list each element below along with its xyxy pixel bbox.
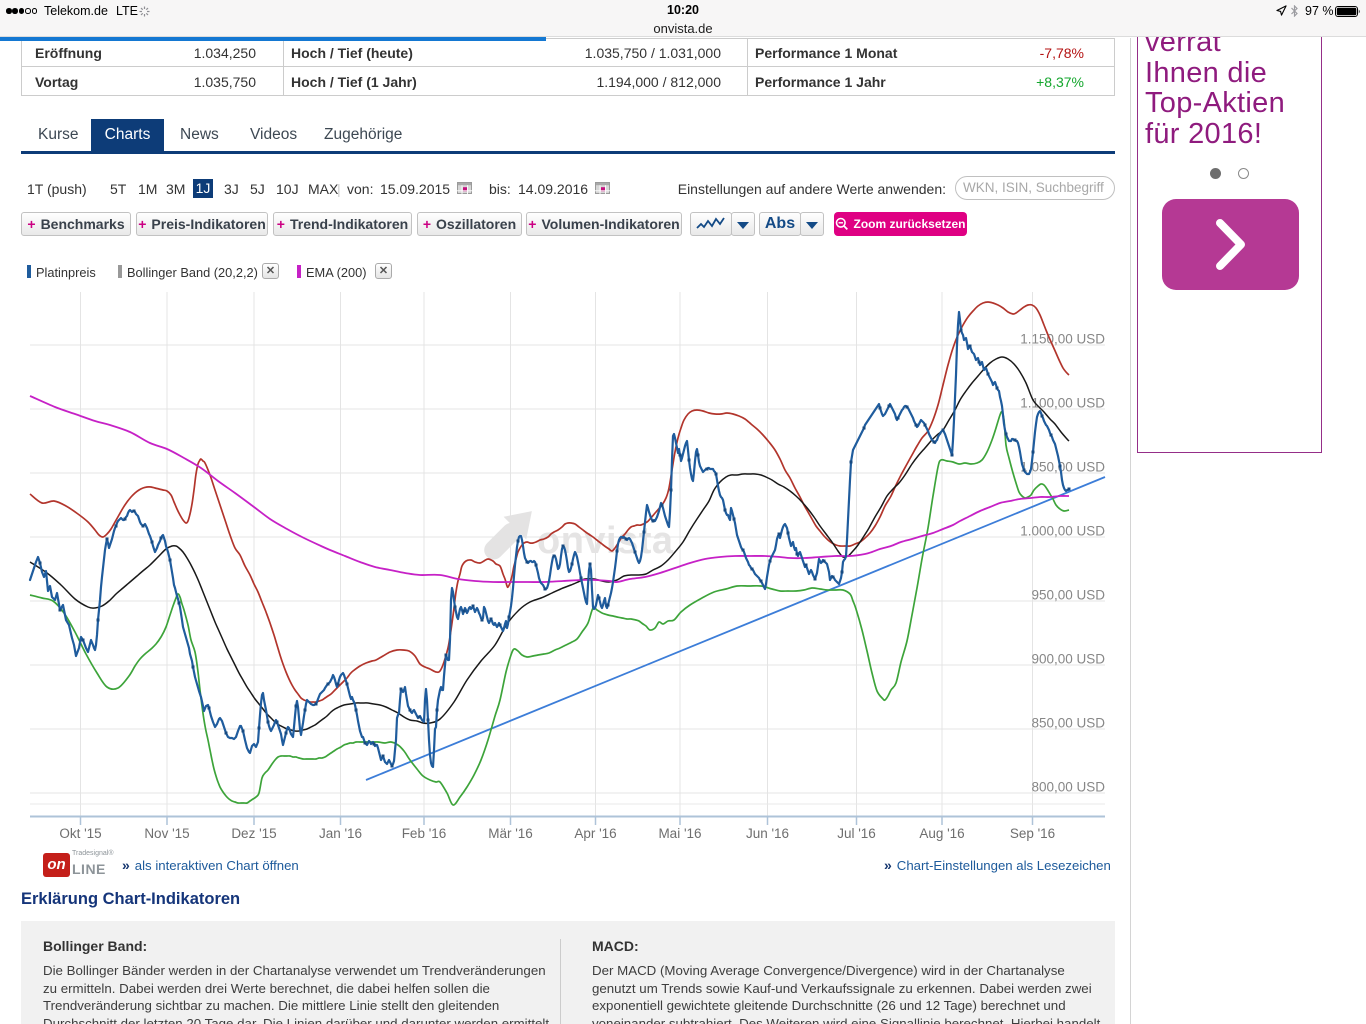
svg-text:900,00 USD: 900,00 USD [1031,652,1105,667]
svg-text:Apr '16: Apr '16 [574,826,616,841]
svg-text:Jun '16: Jun '16 [746,826,789,841]
svg-text:Sep '16: Sep '16 [1010,826,1055,841]
svg-text:Nov '15: Nov '15 [144,826,189,841]
svg-text:Jul '16: Jul '16 [837,826,876,841]
svg-text:1.000,00 USD: 1.000,00 USD [1020,524,1105,539]
svg-text:1.150,00 USD: 1.150,00 USD [1020,332,1105,347]
svg-text:800,00 USD: 800,00 USD [1031,780,1105,795]
svg-text:Mai '16: Mai '16 [658,826,701,841]
svg-text:Aug '16: Aug '16 [919,826,964,841]
svg-text:Mär '16: Mär '16 [488,826,533,841]
svg-text:onvista: onvista [537,520,674,562]
svg-text:1.100,00 USD: 1.100,00 USD [1020,396,1105,411]
svg-text:Okt '15: Okt '15 [59,826,101,841]
svg-text:850,00 USD: 850,00 USD [1031,716,1105,731]
svg-text:950,00 USD: 950,00 USD [1031,588,1105,603]
svg-text:Jan '16: Jan '16 [319,826,362,841]
svg-text:Feb '16: Feb '16 [402,826,447,841]
svg-text:Dez '15: Dez '15 [231,826,276,841]
